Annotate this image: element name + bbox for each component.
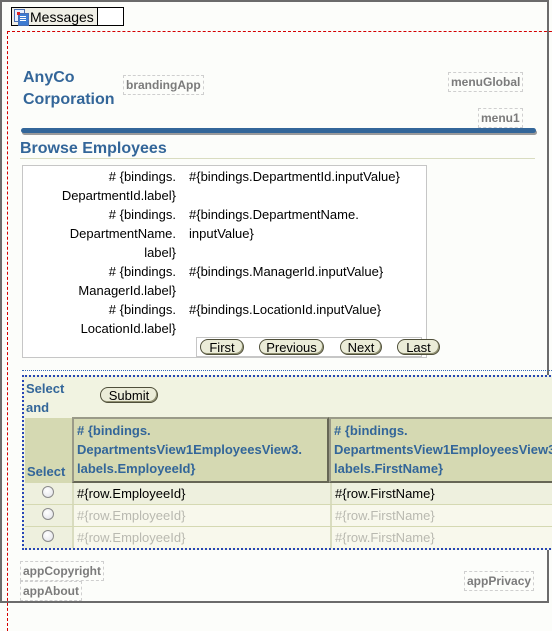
column-header-first-name[interactable]: # {bindings. DepartmentsView1EmployeesVi…: [329, 417, 552, 483]
brand-line-2: Corporation: [23, 91, 115, 108]
row-select-radio[interactable]: [42, 530, 54, 542]
title-rule: [20, 158, 535, 159]
field-value: #{bindings.DepartmentName. inputValue}: [189, 207, 359, 241]
select-cell: [25, 527, 72, 548]
submit-button[interactable]: Submit: [100, 387, 158, 403]
field-value: #{bindings.DepartmentId.inputValue}: [189, 169, 400, 184]
app-copyright-facet: appCopyright: [20, 561, 104, 581]
table-row: #{row.EmployeeId} #{row.FirstName}: [25, 527, 552, 549]
select-and-label: Select and: [26, 381, 65, 415]
detail-form: # {bindings. DepartmentId.label} #{bindi…: [22, 165, 440, 358]
brand-line-1: AnyCo: [23, 69, 75, 86]
field-label: # {bindings. DepartmentId.label}: [61, 169, 176, 203]
navigation-bar: First Previous Next Last: [196, 337, 440, 357]
menu1-facet: menu1: [478, 108, 523, 128]
first-name-cell: #{row.FirstName}: [330, 527, 552, 548]
brand-name: AnyCo Corporation: [23, 67, 115, 111]
row-select-radio[interactable]: [42, 508, 54, 520]
branding-app-facet: brandingApp: [123, 75, 204, 95]
first-name-cell: #{row.FirstName}: [330, 483, 552, 504]
column-header-employee-id[interactable]: # {bindings. DepartmentsView1EmployeesVi…: [72, 417, 329, 483]
field-value: #{bindings.LocationId.inputValue}: [189, 302, 382, 317]
messages-empty-cell: [98, 8, 123, 25]
employee-id-cell: #{row.EmployeeId}: [72, 527, 330, 548]
field-label: # {bindings. DepartmentName. label}: [69, 207, 176, 260]
first-button[interactable]: First: [200, 339, 244, 355]
select-cell: [25, 483, 72, 504]
messages-tab[interactable]: Messages: [11, 7, 124, 26]
employee-id-cell: #{row.EmployeeId}: [72, 483, 330, 504]
table-row: #{row.EmployeeId} #{row.FirstName}: [25, 483, 552, 505]
select-cell: [25, 505, 72, 526]
field-label: # {bindings. LocationId.label}: [80, 302, 176, 336]
menu-global-facet: menuGlobal: [448, 72, 524, 92]
messages-label-cell: Messages: [12, 8, 98, 26]
messages-label: Messages: [30, 8, 94, 25]
employees-table: Select and Submit Select # {bindings. De…: [22, 375, 552, 550]
employee-id-cell: #{row.EmployeeId}: [72, 505, 330, 526]
field-value: #{bindings.ManagerId.inputValue}: [189, 264, 384, 279]
messages-icon: [13, 8, 29, 26]
field-label: # {bindings. ManagerId.label}: [78, 264, 176, 298]
header-divider-bar: [21, 128, 536, 133]
last-button[interactable]: Last: [397, 339, 440, 355]
first-name-cell: #{row.FirstName}: [330, 505, 552, 526]
table-row: #{row.EmployeeId} #{row.FirstName}: [25, 505, 552, 527]
app-privacy-facet: appPrivacy: [464, 571, 535, 591]
next-button[interactable]: Next: [340, 339, 382, 355]
app-about-facet: appAbout: [20, 581, 82, 601]
previous-button[interactable]: Previous: [259, 339, 324, 355]
select-header-label: Select: [27, 464, 66, 479]
select-column-header: Select: [25, 418, 72, 483]
table-top-rule: [22, 370, 552, 371]
page-title: Browse Employees: [20, 140, 167, 157]
row-select-radio[interactable]: [42, 486, 54, 498]
